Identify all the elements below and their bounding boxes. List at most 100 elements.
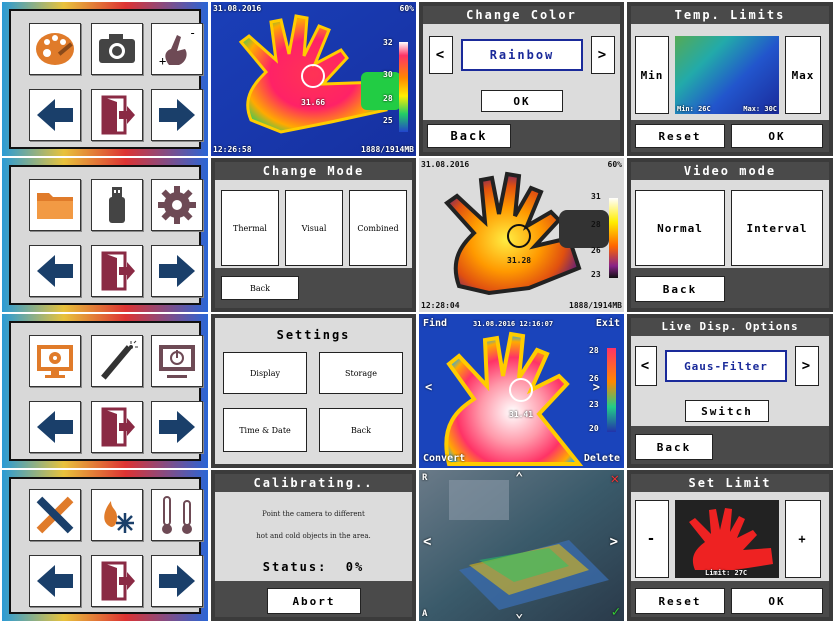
prev-color-button[interactable]: < [429, 36, 453, 74]
crosshair-icon [509, 378, 533, 402]
cancel-icon[interactable]: ✕ [611, 471, 619, 487]
exit-button[interactable] [91, 401, 143, 453]
monitor-gear-icon [37, 345, 73, 378]
settings-button[interactable] [151, 179, 203, 231]
thermal-view-2[interactable]: 31.08.2016 60% 12:28:04 1888/1914MB 31.2… [419, 158, 624, 312]
next-color-button[interactable]: > [591, 36, 615, 74]
scale-label-2: 26 [589, 374, 599, 383]
usb-icon [109, 187, 125, 223]
combined-mode-button[interactable]: Combined [349, 190, 407, 266]
back-button[interactable]: Back [427, 124, 511, 148]
visual-blend-view[interactable]: R A ⌃ ⌄ < > ✕ ✓ [419, 470, 624, 621]
spot-temperature: 31.66 [301, 98, 326, 107]
scale-label-4: 20 [589, 424, 599, 433]
scale-label-1: 28 [589, 346, 599, 355]
left-arrow-icon[interactable]: < [423, 534, 431, 550]
normal-mode-button[interactable]: Normal [635, 190, 725, 266]
back-button[interactable]: Back [635, 434, 713, 460]
scale-label-3: 28 [383, 94, 393, 103]
arrow-right-icon [159, 565, 195, 597]
svg-text:-: - [189, 27, 196, 40]
abort-button[interactable]: Abort [267, 588, 361, 614]
interval-mode-button[interactable]: Interval [731, 190, 823, 266]
r-label: R [422, 473, 428, 483]
forward-arrow-button[interactable] [151, 245, 203, 297]
folder-button[interactable] [29, 179, 81, 231]
laser-button[interactable] [91, 335, 143, 387]
scale-label-3: 23 [589, 400, 599, 409]
crosshair-icon [301, 64, 325, 88]
svg-text:+: + [159, 54, 166, 68]
back-button[interactable]: Back [221, 276, 299, 300]
down-arrow-icon[interactable]: ⌄ [515, 605, 523, 621]
color-value: Rainbow [461, 39, 583, 71]
ok-button[interactable]: OK [481, 90, 563, 112]
forward-arrow-button[interactable] [151, 555, 203, 607]
power-monitor-button[interactable] [151, 335, 203, 387]
dialog-title: Settings [276, 328, 351, 342]
change-color-dialog: Change Color < Rainbow > OK Back [419, 2, 624, 156]
display-settings-button[interactable] [29, 335, 81, 387]
display-button[interactable]: Display [223, 352, 307, 394]
confirm-check-icon[interactable]: ✓ [612, 604, 620, 620]
exit-door-icon [101, 251, 135, 291]
up-arrow-icon[interactable]: ⌃ [515, 470, 523, 486]
next-option-button[interactable]: > [795, 346, 819, 386]
max-button[interactable]: Max [785, 36, 821, 114]
prev-image-icon[interactable]: < [425, 380, 432, 394]
ruler-pencil-button[interactable] [29, 489, 81, 541]
prev-option-button[interactable]: < [635, 346, 657, 386]
exit-door-icon [101, 407, 135, 447]
time-text: 12:28:04 [421, 301, 460, 310]
dialog-title: Video mode [631, 162, 829, 180]
hand-plus-minus-button[interactable]: + - [151, 23, 203, 75]
right-arrow-icon[interactable]: > [610, 534, 618, 550]
back-arrow-button[interactable] [29, 555, 81, 607]
switch-button[interactable]: Switch [685, 400, 769, 422]
forward-arrow-button[interactable] [151, 89, 203, 141]
min-limit-label: Min: 26C [677, 105, 711, 113]
exit-button[interactable] [91, 89, 143, 141]
thermal-view-3[interactable]: Find 31.08.2016 12:16:07 Exit Convert De… [419, 314, 624, 468]
gear-icon [158, 186, 196, 224]
back-button[interactable]: Back [635, 276, 725, 302]
ok-button[interactable]: OK [731, 588, 823, 614]
find-button[interactable]: Find [423, 318, 447, 329]
delete-button[interactable]: Delete [584, 453, 620, 464]
back-arrow-button[interactable] [29, 245, 81, 297]
thermometers-button[interactable] [151, 489, 203, 541]
dialog-title: Temp. Limits [631, 6, 829, 24]
reset-button[interactable]: Reset [635, 588, 725, 614]
palette-button[interactable] [29, 23, 81, 75]
time-date-button[interactable]: Time & Date [223, 408, 307, 452]
visual-mode-button[interactable]: Visual [285, 190, 343, 266]
back-arrow-button[interactable] [29, 89, 81, 141]
reset-button[interactable]: Reset [635, 124, 725, 148]
thermal-view-1[interactable]: 31.08.2016 60% 12:26:58 1888/1914MB 31.6… [211, 2, 416, 156]
option-value: Gaus-Filter [665, 350, 787, 382]
exit-button[interactable] [91, 245, 143, 297]
min-button[interactable]: Min [635, 36, 669, 114]
usb-button[interactable] [91, 179, 143, 231]
storage-button[interactable]: Storage [319, 352, 403, 394]
back-arrow-button[interactable] [29, 401, 81, 453]
dialog-title: Set Limit [631, 474, 829, 492]
ruler-pencil-icon [36, 496, 74, 534]
forward-arrow-button[interactable] [151, 401, 203, 453]
convert-button[interactable]: Convert [423, 453, 465, 464]
arrow-right-icon [159, 411, 195, 443]
exit-text-button[interactable]: Exit [596, 318, 620, 329]
arrow-left-icon [37, 99, 73, 131]
thermal-mode-button[interactable]: Thermal [221, 190, 279, 266]
back-button[interactable]: Back [319, 408, 403, 452]
increase-button[interactable]: + [785, 500, 821, 578]
battery-text: 60% [607, 160, 622, 169]
palette-icon [36, 33, 74, 65]
arrow-right-icon [159, 99, 195, 131]
exit-button[interactable] [91, 555, 143, 607]
ok-button[interactable]: OK [731, 124, 823, 148]
limit-preview-image: Min: 26C Max: 30C [675, 36, 779, 114]
fire-snow-button[interactable] [91, 489, 143, 541]
camera-button[interactable] [91, 23, 143, 75]
decrease-button[interactable]: - [635, 500, 669, 578]
